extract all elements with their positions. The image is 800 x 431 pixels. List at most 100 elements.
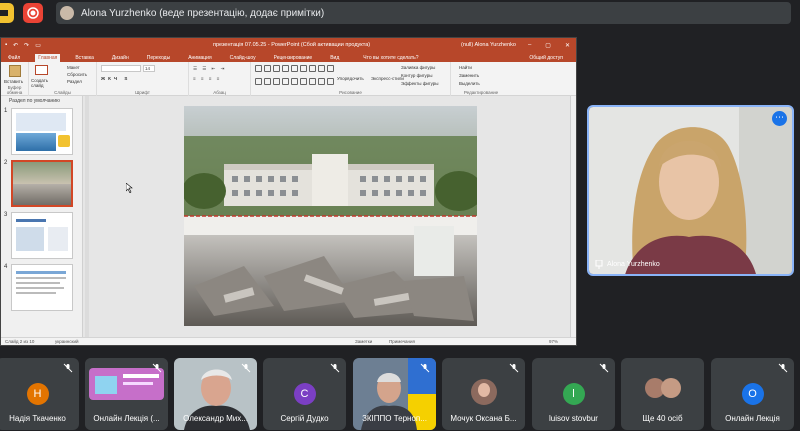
shape-outline-button[interactable]: Контур фигуры: [401, 73, 432, 78]
paste-icon[interactable]: [9, 65, 21, 77]
slides-label: Слайды: [54, 90, 71, 95]
list-icons[interactable]: ☰ ☰ ⇤ ⇥: [193, 66, 226, 72]
participant-tile[interactable]: С Сергій Дудко: [263, 358, 346, 430]
mouse-cursor-icon: [126, 183, 133, 193]
speaker-name: Alona Yurzhenko: [607, 261, 660, 268]
font-format-buttons[interactable]: ЖКЧ S: [101, 76, 130, 81]
slideshow-icon[interactable]: ▭: [35, 42, 41, 49]
close-icon[interactable]: ✕: [565, 42, 570, 49]
slide-number: 3: [4, 212, 8, 218]
presenter-banner: Alona Yurzhenko (веде презентацію, додає…: [56, 2, 791, 24]
mic-off-icon: [152, 363, 162, 373]
slide-canvas: [89, 96, 570, 339]
participant-name: Онлайн Лекція: [725, 414, 780, 423]
participant-tile[interactable]: О Онлайн Лекція: [711, 358, 794, 430]
shapes-gallery[interactable]: [255, 65, 334, 89]
paragraph-group: ☰ ☰ ⇤ ⇥ ≡ ≡ ≡ ≡ Абзац: [189, 62, 251, 96]
participant-tile[interactable]: l luisov stovbur: [532, 358, 615, 430]
tab-review[interactable]: Рецензирование: [271, 54, 316, 62]
notes-button[interactable]: Заметки: [355, 339, 372, 344]
presenter-text: Alona Yurzhenko (веде презентацію, додає…: [81, 7, 325, 19]
more-participants-tile[interactable]: Ще 40 осіб: [621, 358, 704, 430]
drawing-group: Упорядочить Экспресс-стили Заливка фигур…: [251, 62, 451, 96]
avatar: l: [562, 383, 585, 405]
participant-tile[interactable]: ЗКІППО Терноп...: [353, 358, 436, 430]
tab-slideshow[interactable]: Слайд-шоу: [227, 54, 259, 62]
avatar: С: [293, 383, 316, 405]
editing-group: Найти Заменить Выделить Редактирование: [451, 62, 511, 96]
speaker-name-tag: Alona Yurzhenko: [595, 260, 660, 269]
new-slide-button[interactable]: Создать слайд: [31, 78, 55, 88]
comments-button[interactable]: Примечания: [389, 339, 415, 344]
mic-off-icon: [778, 363, 788, 373]
slide-thumb-3[interactable]: [11, 212, 73, 259]
mic-off-icon: [241, 363, 251, 373]
font-size-select[interactable]: 14: [143, 65, 155, 72]
participant-name: Онлайн Лекція (...: [93, 414, 160, 423]
undo-icon[interactable]: ↶: [13, 42, 18, 49]
font-group: 14 ЖКЧ S Шрифт: [97, 62, 189, 96]
replace-button[interactable]: Заменить: [459, 73, 479, 78]
ppt-title-bar: ▪ ↶ ↷ ▭ презентація 07.05.25 - PowerPoin…: [1, 38, 576, 52]
section-button[interactable]: Раздел: [67, 79, 82, 84]
tab-insert[interactable]: Вставка: [72, 54, 97, 62]
record-icon[interactable]: [23, 3, 43, 23]
more-vert-icon[interactable]: ⋯: [772, 111, 787, 126]
slide-thumb-1[interactable]: [11, 108, 73, 155]
avatar-stack: [645, 378, 681, 398]
participant-tile[interactable]: Олександр Мих...: [174, 358, 257, 430]
ribbon: Вставить Буфер обмена Создать слайд Маке…: [1, 62, 576, 96]
mic-off-icon: [330, 363, 340, 373]
participant-tile[interactable]: Мочук Оксана Б...: [442, 358, 525, 430]
arrange-button[interactable]: Упорядочить: [337, 76, 364, 81]
tab-home[interactable]: Главная: [35, 54, 61, 62]
tab-animations[interactable]: Анимация: [185, 54, 214, 62]
slide-photo: [184, 106, 477, 326]
ribbon-tabs: Файл Главная Вставка Дизайн Переходы Ани…: [1, 52, 576, 62]
shape-fill-button[interactable]: Заливка фигуры: [401, 65, 435, 70]
zoom-level[interactable]: 97%: [549, 339, 558, 344]
present-icon[interactable]: [0, 3, 14, 23]
participant-tile[interactable]: Онлайн Лекція (...: [85, 358, 168, 430]
meeting-top-bar: Alona Yurzhenko (веде презентацію, додає…: [0, 0, 800, 26]
tab-design[interactable]: Дизайн: [109, 54, 132, 62]
quick-access-toolbar: ▪ ↶ ↷ ▭: [5, 42, 41, 49]
slide-number: 1: [4, 108, 8, 114]
slide-thumb-2[interactable]: [11, 160, 73, 207]
speaker-video[interactable]: ⋯ Alona Yurzhenko: [587, 105, 794, 276]
tell-me-input[interactable]: Что вы хотите сделать?: [360, 54, 421, 62]
avatar: [471, 379, 497, 405]
redo-icon[interactable]: ↷: [24, 42, 29, 49]
avatar: Н: [26, 383, 49, 405]
new-slide-icon[interactable]: [35, 65, 48, 75]
participant-name: ЗКІППО Терноп...: [362, 414, 427, 423]
tab-view[interactable]: Вид: [327, 54, 342, 62]
paste-button[interactable]: Вставить: [4, 79, 23, 84]
quick-styles-button[interactable]: Экспресс-стили: [371, 76, 404, 81]
save-icon[interactable]: ▪: [5, 42, 7, 49]
select-button[interactable]: Выделить: [459, 81, 480, 86]
mic-off-icon: [599, 363, 609, 373]
align-icons[interactable]: ≡ ≡ ≡ ≡: [193, 76, 221, 81]
slide-scrollbar[interactable]: [570, 96, 576, 339]
shape-effects-button[interactable]: Эффекты фигуры: [401, 81, 439, 86]
slides-group: Создать слайд Макет Сбросить Раздел Слай…: [29, 62, 97, 96]
share-button[interactable]: Общий доступ: [526, 54, 566, 62]
font-name-select[interactable]: [101, 65, 141, 72]
font-label: Шрифт: [135, 90, 150, 95]
tab-file[interactable]: Файл: [5, 54, 23, 62]
minimize-icon[interactable]: –: [528, 42, 531, 49]
paragraph-label: Абзац: [213, 90, 226, 95]
language: украинский: [55, 339, 79, 344]
slide-number: 4: [4, 264, 8, 270]
ppt-workarea: Раздел по умолчанию 1 2 3 4: [1, 96, 576, 339]
layout-button[interactable]: Макет: [67, 65, 80, 70]
current-slide: [184, 106, 477, 326]
reset-button[interactable]: Сбросить: [67, 72, 87, 77]
speaker-image: [589, 107, 792, 274]
participant-tile[interactable]: Н Надія Ткаченко: [0, 358, 79, 430]
maximize-icon[interactable]: ▢: [545, 42, 551, 49]
find-button[interactable]: Найти: [459, 65, 472, 70]
slide-thumb-4[interactable]: [11, 264, 73, 311]
tab-transitions[interactable]: Переходы: [144, 54, 173, 62]
